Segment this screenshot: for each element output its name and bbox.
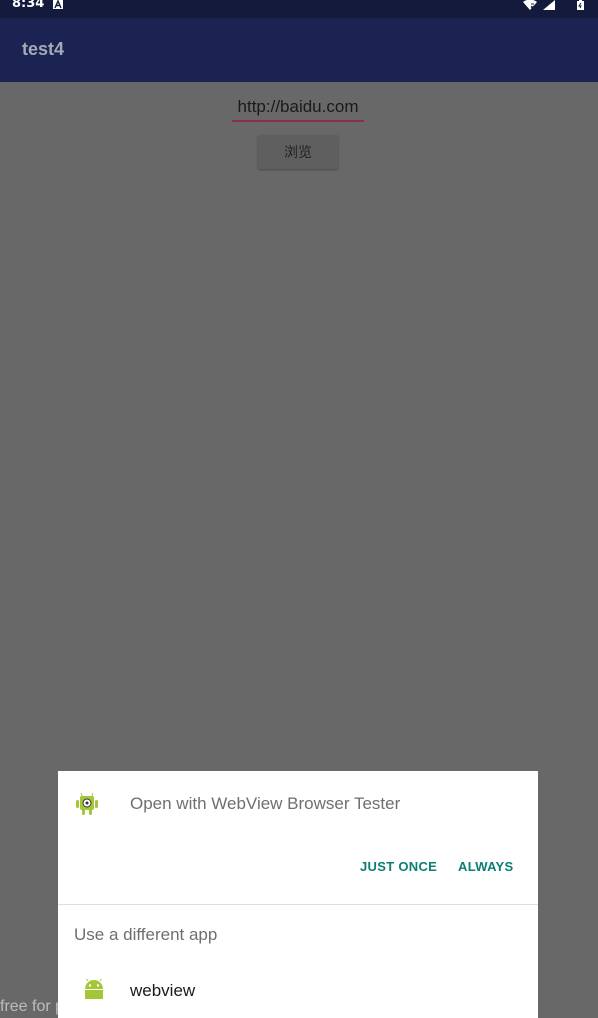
status-time: 8:34 (12, 0, 45, 11)
wifi-icon (523, 0, 537, 10)
url-input[interactable] (232, 94, 364, 122)
screen: 8:34 test4 浏览 (0, 0, 598, 1018)
use-different-app-label: Use a different app (74, 925, 218, 944)
app-bar: test4 (0, 18, 598, 82)
android-icon (85, 979, 103, 999)
signal-icon (543, 0, 555, 10)
app-title: test4 (22, 39, 65, 59)
just-once-button[interactable]: JUST ONCE (354, 855, 443, 878)
dialog-title: Open with WebView Browser Tester (130, 794, 401, 813)
browse-button[interactable]: 浏览 (258, 135, 338, 169)
app-chooser-dialog: Open with WebView Browser Tester JUST ON… (58, 771, 538, 1018)
always-button[interactable]: ALWAYS (452, 855, 520, 878)
android-app-icon (76, 792, 98, 815)
dialog-divider (58, 904, 538, 905)
status-bar: 8:34 (0, 0, 598, 18)
watermark: free for personal use (0, 998, 147, 1015)
notification-a-icon (53, 0, 63, 9)
battery-icon (577, 0, 584, 10)
